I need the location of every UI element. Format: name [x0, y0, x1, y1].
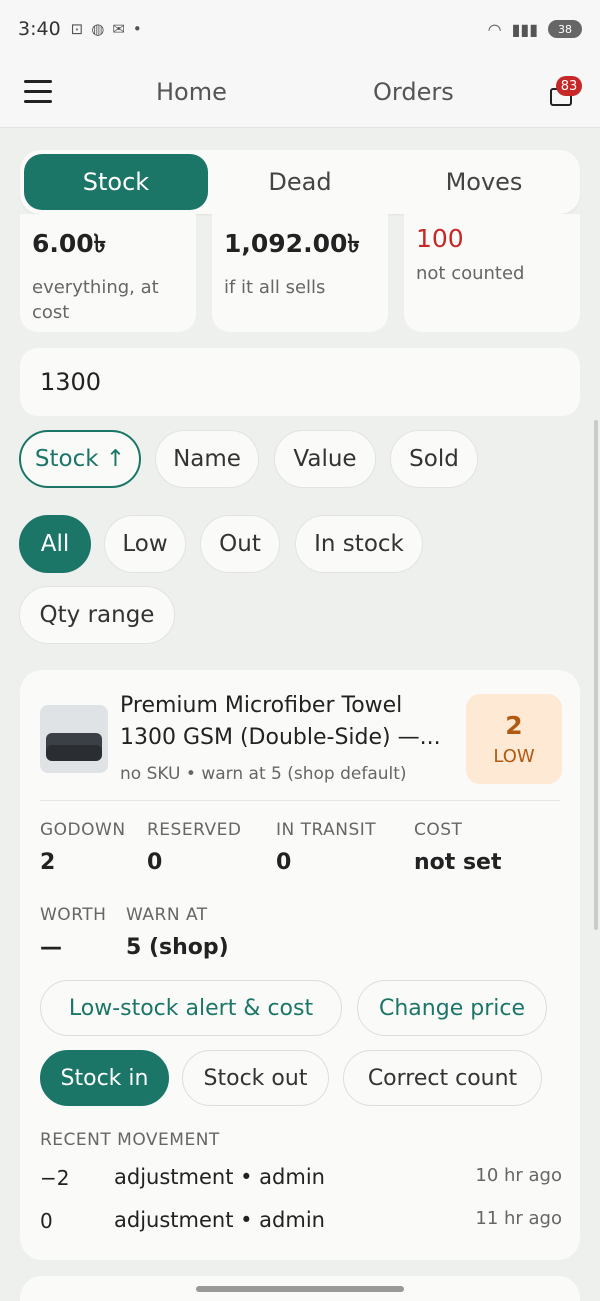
field-label-warn-at: WARN AT [126, 905, 208, 925]
stat-value: 6.00৳ [32, 229, 107, 258]
sort-chip-sold[interactable]: Sold [390, 430, 478, 488]
correct-count-button[interactable]: Correct count [343, 1050, 542, 1106]
movement-qty: 0 [40, 1209, 53, 1233]
low-stock-badge: 2 LOW [466, 694, 562, 784]
notification-badge: 83 [556, 76, 582, 96]
change-price-button[interactable]: Change price [357, 980, 547, 1036]
dot-icon: • [132, 20, 142, 38]
field-label-reserved: RESERVED [147, 820, 242, 840]
status-icons: ⊡ ◍ ✉ • [71, 20, 142, 38]
field-value-warn-at: 5 (shop) [126, 935, 229, 960]
home-indicator[interactable] [196, 1286, 404, 1292]
hamburger-menu-icon[interactable] [24, 80, 52, 104]
stat-value: 1,092.00৳ [224, 229, 360, 258]
product-meta: no SKU • warn at 5 (shop default) [120, 764, 407, 784]
screenshot-icon: ⊡ [70, 20, 84, 38]
field-value-cost: not set [414, 850, 502, 875]
nav-home[interactable]: Home [156, 78, 227, 106]
filter-chip-out[interactable]: Out [200, 515, 280, 573]
movement-desc: adjustment • admin [114, 1165, 325, 1189]
filter-chip-low[interactable]: Low [104, 515, 186, 573]
movement-qty: −2 [40, 1166, 70, 1190]
signal-icon: ▮▮▮ [511, 19, 538, 39]
wifi-icon: ◠ [487, 19, 502, 39]
gmail-icon: ✉ [112, 20, 125, 38]
status-time: 3:40 [18, 18, 61, 40]
tab-moves[interactable]: Moves [392, 154, 576, 210]
field-label-in-transit: IN TRANSIT [276, 820, 377, 840]
status-right: ◠ ▮▮▮ 38 [488, 20, 582, 39]
field-label-godown: GODOWN [40, 820, 126, 840]
battery-icon: 38 [548, 20, 582, 38]
recent-movement-heading: RECENT MOVEMENT [40, 1130, 220, 1150]
field-value-godown: 2 [40, 850, 56, 875]
product-card: Premium Microfiber Towel 1300 GSM (Doubl… [20, 670, 580, 1260]
divider [40, 800, 560, 801]
status-left: 3:40 ⊡ ◍ ✉ • [18, 18, 142, 40]
movement-time: 10 hr ago [475, 1165, 562, 1186]
sort-chip-name[interactable]: Name [155, 430, 259, 488]
filter-chip-all[interactable]: All [19, 515, 91, 573]
stock-in-button[interactable]: Stock in [40, 1050, 169, 1106]
movement-desc: adjustment • admin [114, 1208, 325, 1232]
stat-value: 100 [416, 224, 464, 253]
badge-qty: 2 [505, 711, 523, 740]
product-title[interactable]: Premium Microfiber Towel 1300 GSM (Doubl… [120, 690, 460, 754]
tab-dead[interactable]: Dead [208, 154, 392, 210]
product-thumbnail [40, 705, 108, 773]
stock-out-button[interactable]: Stock out [182, 1050, 329, 1106]
stat-label: not counted [416, 263, 525, 284]
status-bar: 3:40 ⊡ ◍ ✉ • ◠ ▮▮▮ 38 [0, 0, 600, 58]
filter-chip-in-stock[interactable]: In stock [295, 515, 423, 573]
tab-stock[interactable]: Stock [24, 154, 208, 210]
stat-label: if it all sells [224, 277, 326, 298]
badge-label: LOW [493, 746, 535, 767]
field-label-cost: COST [414, 820, 463, 840]
qty-range-chip[interactable]: Qty range [19, 586, 175, 644]
notifications-button[interactable]: 83 [548, 76, 584, 112]
nav-orders[interactable]: Orders [373, 78, 454, 106]
field-value-worth: — [40, 935, 62, 960]
field-value-reserved: 0 [147, 850, 163, 875]
messenger-icon: ◍ [91, 20, 105, 38]
stat-card-not-counted: 100 not counted [404, 214, 580, 332]
scrollbar[interactable] [594, 420, 598, 930]
search-input[interactable] [20, 348, 580, 416]
top-nav: Home Orders 83 [0, 58, 600, 128]
sort-chip-value[interactable]: Value [274, 430, 376, 488]
low-stock-alert-button[interactable]: Low-stock alert & cost [40, 980, 342, 1036]
stat-card-cost: 6.00৳ everything, at cost [20, 214, 196, 332]
sort-chip-stock[interactable]: Stock ↑ [19, 430, 141, 488]
field-value-in-transit: 0 [276, 850, 292, 875]
view-tabs: Stock Dead Moves [20, 150, 580, 214]
movement-time: 11 hr ago [475, 1208, 562, 1229]
stat-card-sells: 1,092.00৳ if it all sells [212, 214, 388, 332]
stat-label: everything, at cost [32, 277, 159, 323]
field-label-worth: WORTH [40, 905, 107, 925]
